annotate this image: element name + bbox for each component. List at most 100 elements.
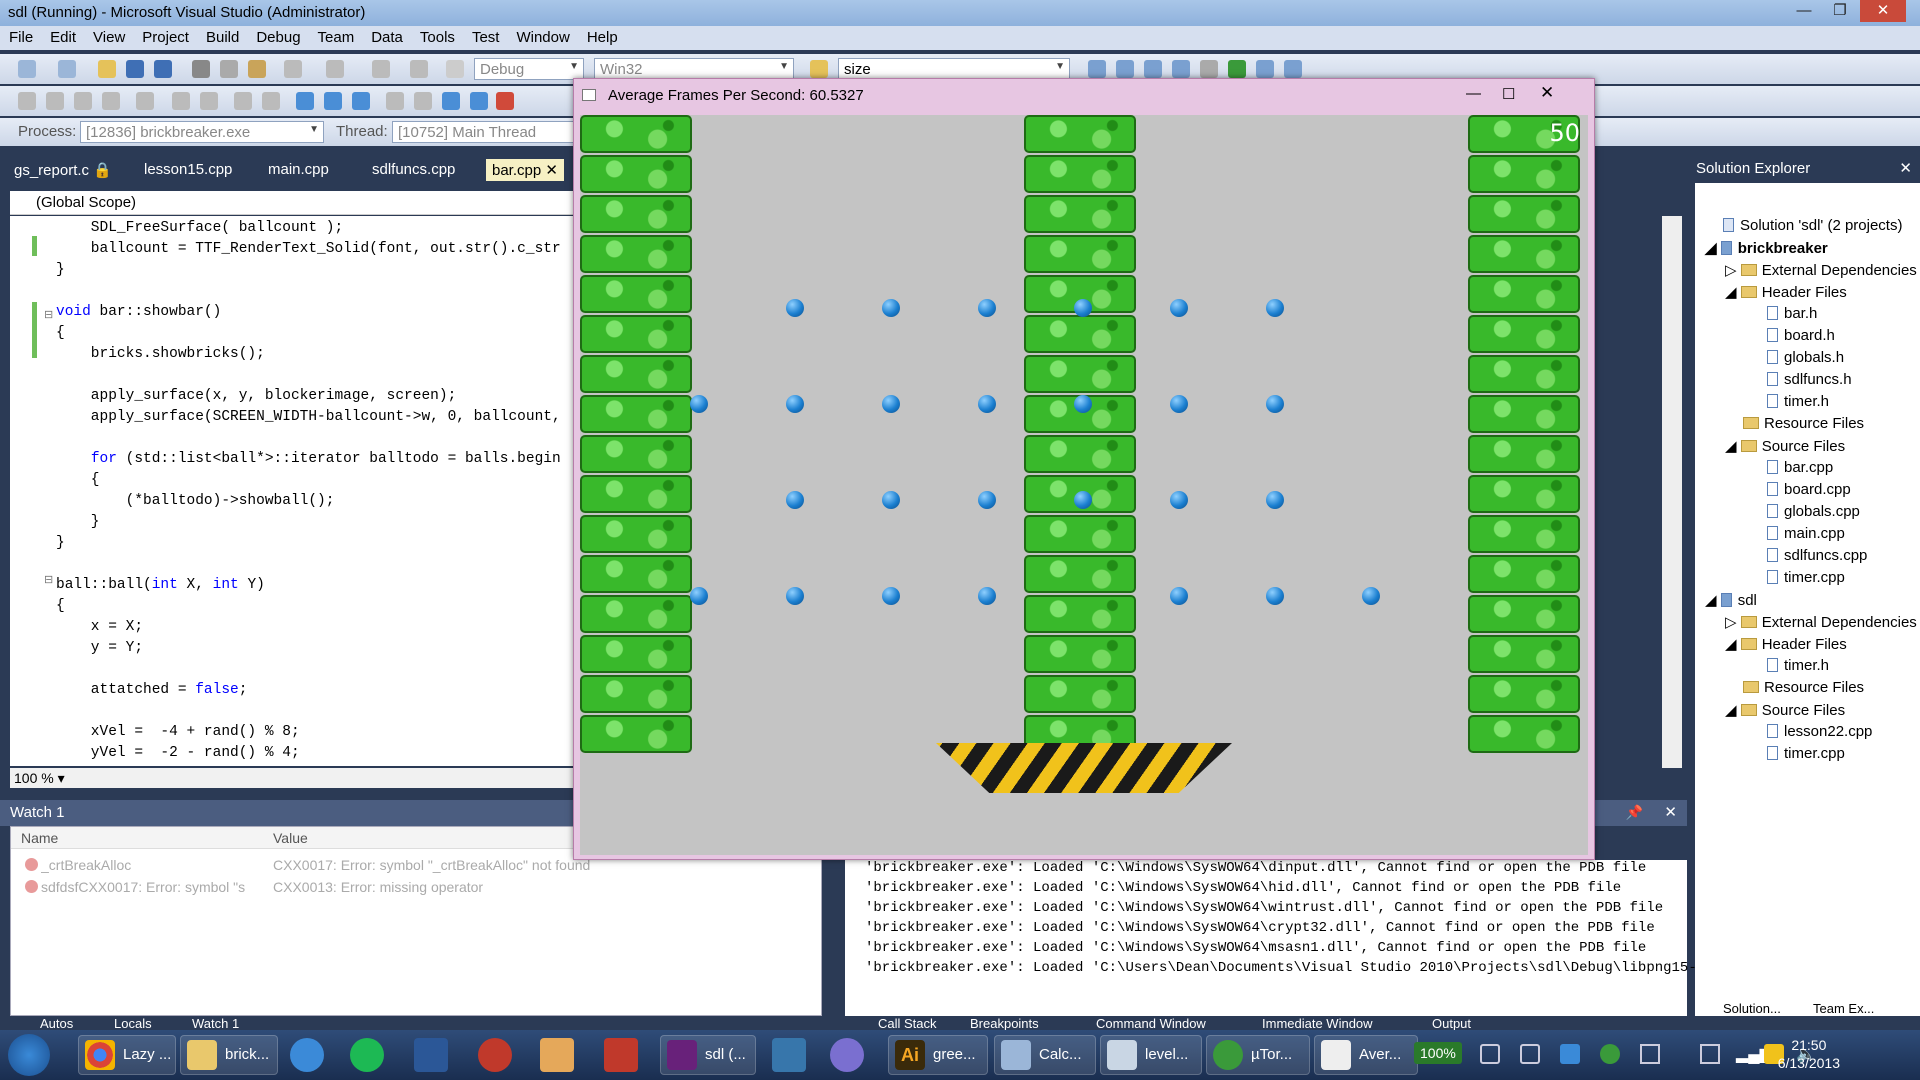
redo-icon[interactable]	[326, 60, 344, 78]
clock[interactable]: 21:50 6/13/2013	[1778, 1036, 1840, 1072]
object-browser-icon[interactable]	[1144, 60, 1162, 78]
tab-solution[interactable]: Solution...	[1723, 1001, 1781, 1016]
tree-folder[interactable]: ◢ Header Files	[1725, 635, 1847, 653]
menu-help[interactable]: Help	[578, 26, 626, 46]
app-icon[interactable]	[540, 1038, 574, 1072]
open-file-icon[interactable]	[98, 60, 116, 78]
collapse-toggle-icon[interactable]: ⊟	[44, 573, 53, 586]
minimize-button[interactable]: —	[1466, 85, 1481, 102]
taskbar-utorrent[interactable]: µTor...	[1206, 1035, 1310, 1075]
app-icon[interactable]	[830, 1038, 864, 1072]
menu-window[interactable]: Window	[507, 26, 577, 46]
taskbar-chrome[interactable]: Lazy ...	[78, 1035, 176, 1075]
network-icon[interactable]	[1700, 1044, 1720, 1064]
command-window-icon[interactable]	[1284, 60, 1302, 78]
menu-edit[interactable]: Edit	[41, 26, 84, 46]
close-icon[interactable]: ✕	[1899, 159, 1912, 177]
zoom-dropdown[interactable]: 100 % ▾	[10, 768, 578, 788]
tree-file[interactable]: sdlfuncs.h	[1767, 371, 1852, 388]
watch-row-name[interactable]: _crtBreakAlloc	[41, 857, 266, 873]
project-node[interactable]: ◢ brickbreaker	[1705, 239, 1828, 257]
copy-icon[interactable]	[220, 60, 238, 78]
tree-file[interactable]: globals.cpp	[1767, 503, 1860, 520]
column-header-value[interactable]: Value	[273, 830, 308, 846]
tray-icon[interactable]	[1640, 1044, 1660, 1064]
tree-file[interactable]: timer.cpp	[1767, 745, 1845, 762]
find-combo[interactable]: size ▼	[838, 58, 1070, 80]
tab-locals[interactable]: Locals	[114, 1016, 152, 1031]
window-titlebar[interactable]: sdl (Running) - Microsoft Visual Studio …	[0, 0, 1920, 26]
next-bookmark-doc-icon[interactable]	[470, 92, 488, 110]
game-window[interactable]: Average Frames Per Second: 60.5327 — ☐ ✕…	[573, 78, 1595, 860]
previous-bookmark-doc-icon[interactable]	[442, 92, 460, 110]
menu-data[interactable]: Data	[362, 26, 411, 46]
decrease-indent-icon[interactable]	[136, 92, 154, 110]
tree-file[interactable]: timer.h	[1767, 657, 1829, 674]
tab-output[interactable]: Output	[1432, 1016, 1471, 1031]
navigate-back-icon[interactable]	[372, 60, 390, 78]
close-button[interactable]: ✕	[1540, 83, 1554, 103]
dropbox-icon[interactable]	[1560, 1044, 1580, 1064]
save-icon[interactable]	[126, 60, 144, 78]
taskbar-level[interactable]: level...	[1100, 1035, 1202, 1075]
taskbar-game[interactable]: Aver...	[1314, 1035, 1418, 1075]
taskbar-calculator[interactable]: Calc...	[994, 1035, 1096, 1075]
tree-folder[interactable]: ▷ External Dependencies	[1725, 261, 1917, 279]
minimize-button[interactable]: —	[1786, 0, 1822, 22]
uncomment-icon[interactable]	[234, 92, 252, 110]
new-project-icon[interactable]	[18, 60, 36, 78]
spotify-icon[interactable]	[350, 1038, 384, 1072]
tree-folder[interactable]: ◢ Source Files	[1725, 701, 1845, 719]
undo-icon[interactable]	[284, 60, 302, 78]
maximize-button[interactable]: ☐	[1502, 85, 1515, 103]
project-node[interactable]: ◢ sdl	[1705, 591, 1757, 609]
tree-file[interactable]: globals.h	[1767, 349, 1844, 366]
tree-file[interactable]: board.cpp	[1767, 481, 1851, 498]
next-bookmark-folder-icon[interactable]	[414, 92, 432, 110]
tree-file[interactable]: bar.h	[1767, 305, 1817, 322]
tree-file[interactable]: timer.h	[1767, 393, 1829, 410]
navigate-forward-icon[interactable]	[410, 60, 428, 78]
tab-command-window[interactable]: Command Window	[1096, 1016, 1206, 1031]
tab-bar-cpp[interactable]: bar.cpp ✕	[486, 159, 564, 181]
editor-scrollbar[interactable]	[1662, 216, 1682, 768]
code-editor[interactable]: ⊟ ⊟ SDL_FreeSurface( ballcount ); ballco…	[10, 216, 578, 766]
taskbar-visual-studio[interactable]: sdl (...	[660, 1035, 756, 1075]
scope-dropdown[interactable]: (Global Scope)	[10, 191, 578, 215]
menu-view[interactable]: View	[84, 26, 133, 46]
tab-gs-report[interactable]: gs_report.c 🔒	[8, 159, 118, 181]
menu-team[interactable]: Team	[309, 26, 363, 46]
close-button[interactable]: ✕	[1860, 0, 1906, 22]
tree-file[interactable]: board.h	[1767, 327, 1835, 344]
extension-manager-icon[interactable]	[1228, 60, 1246, 78]
taskbar-illustrator[interactable]: Ai gree...	[888, 1035, 988, 1075]
tray-icon[interactable]	[1480, 1044, 1500, 1064]
tree-file[interactable]: lesson22.cpp	[1767, 723, 1872, 740]
platform-combo[interactable]: Win32 ▼	[594, 58, 794, 80]
tree-folder[interactable]: ▷ External Dependencies	[1725, 613, 1917, 631]
menu-build[interactable]: Build	[197, 26, 247, 46]
increase-indent-icon[interactable]	[172, 92, 190, 110]
game-canvas[interactable]: 50	[580, 115, 1588, 855]
start-button[interactable]	[8, 1034, 50, 1076]
comment-icon[interactable]	[200, 92, 218, 110]
menu-tools[interactable]: Tools	[411, 26, 463, 46]
toggle-bookmark-icon[interactable]	[262, 92, 280, 110]
thread-combo[interactable]: [10752] Main Thread	[392, 121, 578, 143]
tab-breakpoints[interactable]: Breakpoints	[970, 1016, 1039, 1031]
battery-indicator[interactable]: 100%	[1414, 1042, 1462, 1064]
app-icon[interactable]	[604, 1038, 638, 1072]
menu-test[interactable]: Test	[463, 26, 508, 46]
app-icon[interactable]	[478, 1038, 512, 1072]
solution-explorer-tree[interactable]: Solution 'sdl' (2 projects) ◢ brickbreak…	[1695, 183, 1920, 1016]
solution-explorer-icon[interactable]	[1088, 60, 1106, 78]
next-bookmark-icon[interactable]	[352, 92, 370, 110]
tree-file[interactable]: sdlfuncs.cpp	[1767, 547, 1867, 564]
utorrent-tray-icon[interactable]	[1600, 1044, 1620, 1064]
tab-main[interactable]: main.cpp	[262, 159, 335, 181]
properties-icon[interactable]	[1116, 60, 1134, 78]
clear-bookmarks-icon[interactable]	[496, 92, 514, 110]
close-tab-icon[interactable]: ✕	[545, 162, 558, 179]
complete-word-icon[interactable]	[102, 92, 120, 110]
start-page-icon[interactable]	[1256, 60, 1274, 78]
